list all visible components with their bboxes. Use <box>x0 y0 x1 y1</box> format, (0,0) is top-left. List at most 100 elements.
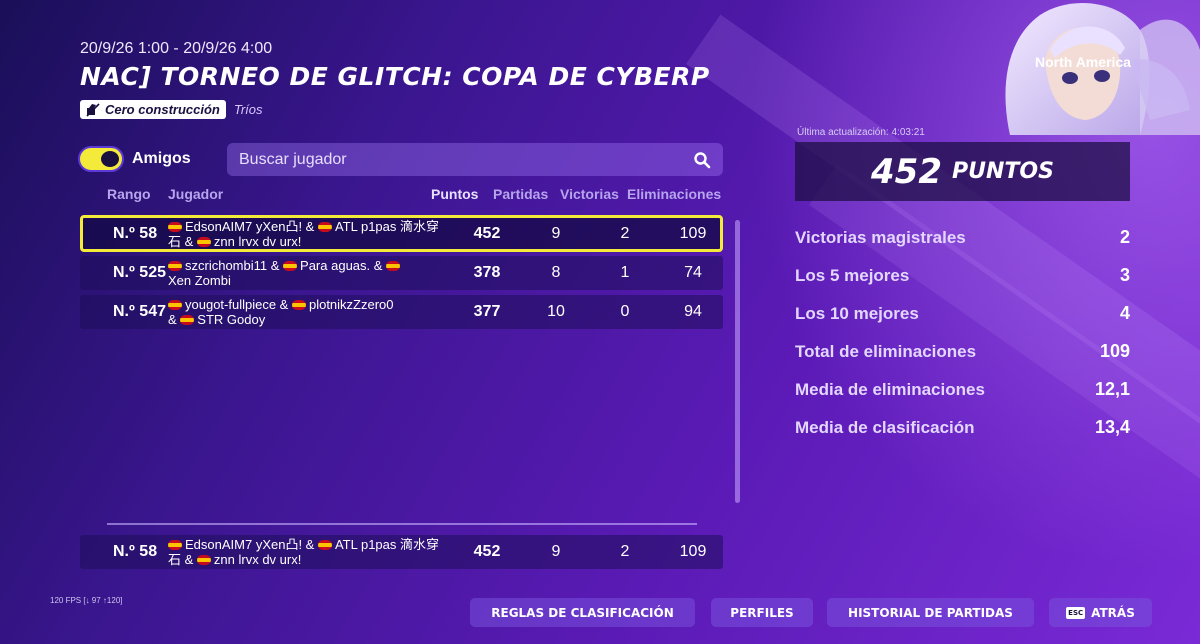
player-name: znn lrvx dv urx! <box>213 552 302 567</box>
mode-badge: Cero construcción <box>80 100 226 119</box>
player-name: plotnikzZzero0 <box>308 297 394 312</box>
row-rank: N.º 58 <box>113 224 158 242</box>
stat-label: Los 5 mejores <box>795 265 910 285</box>
profiles-button[interactable]: PERFILES <box>711 598 813 627</box>
event-title: NAC] TORNEO DE GLITCH: COPA DE CYBERP <box>80 62 710 91</box>
self-table-row[interactable]: N.º 58 EdsonAIM7 yXen凸! & ATL p1pas 滴水穿 … <box>80 535 723 569</box>
search-input[interactable] <box>239 150 693 169</box>
spain-flag-icon <box>386 261 401 271</box>
stat-row: Total de eliminaciones 109 <box>795 341 1130 362</box>
table-row[interactable]: N.º 547 yougot-fullpiece & plotnikzZzero… <box>80 295 723 329</box>
mode-subtitle: Tríos <box>233 102 263 117</box>
column-header-matches[interactable]: Partidas <box>493 186 548 202</box>
column-header-player[interactable]: Jugador <box>168 186 223 202</box>
rules-button-label: REGLAS DE CLASIFICACIÓN <box>491 605 674 620</box>
stat-row: Victorias magistrales 2 <box>795 227 1130 248</box>
column-header-wins[interactable]: Victorias <box>560 186 619 202</box>
row-players: EdsonAIM7 yXen凸! & ATL p1pas 滴水穿 石 & znn… <box>168 537 458 567</box>
row-rank: N.º 547 <box>113 303 166 320</box>
row-matches: 10 <box>547 303 565 320</box>
total-points-panel: 452 PUNTOS <box>795 142 1130 201</box>
spain-flag-icon <box>317 221 332 232</box>
stat-value: 109 <box>1099 341 1130 361</box>
row-eliminations: 74 <box>684 264 702 281</box>
stat-value: 13,4 <box>1094 417 1130 437</box>
row-eliminations: 109 <box>679 224 707 242</box>
spain-flag-icon <box>196 555 211 565</box>
stat-value: 12,1 <box>1094 379 1130 399</box>
mode-row: Cero construcción Tríos <box>80 100 263 119</box>
region-label: North America <box>1035 54 1131 70</box>
spain-flag-icon <box>168 540 182 550</box>
player-name: EdsonAIM7 yXen凸! & <box>185 218 315 234</box>
friends-toggle-group[interactable]: Amigos <box>78 146 191 172</box>
row-points: 378 <box>473 264 501 281</box>
player-name: 石 & <box>168 233 194 249</box>
player-name: ATL p1pas 滴水穿 <box>334 218 440 234</box>
match-history-button[interactable]: HISTORIAL DE PARTIDAS <box>827 598 1034 627</box>
row-players: yougot-fullpiece & plotnikzZzero0 & STR … <box>168 297 458 327</box>
rules-button[interactable]: REGLAS DE CLASIFICACIÓN <box>470 598 695 627</box>
player-name: & <box>168 312 177 327</box>
spain-flag-icon <box>168 221 182 232</box>
player-name: szcrichombi11 & <box>185 258 280 273</box>
stat-value: 2 <box>1119 227 1130 247</box>
table-scrollbar[interactable] <box>735 220 740 503</box>
table-row[interactable]: N.º 58 EdsonAIM7 yXen凸! & ATL p1pas 滴水穿 … <box>80 215 723 252</box>
row-wins: 2 <box>620 224 630 242</box>
mode-badge-label: Cero construcción <box>105 102 220 117</box>
table-divider <box>107 523 697 525</box>
spain-flag-icon <box>180 315 195 325</box>
player-name: Para aguas. & <box>300 258 383 273</box>
total-points-unit: PUNTOS <box>952 159 1054 184</box>
event-title-wrapper: NAC] TORNEO DE GLITCH: COPA DE CYBERP <box>80 62 795 91</box>
row-eliminations: 109 <box>679 543 707 560</box>
row-points: 377 <box>473 303 501 320</box>
player-name: ATL p1pas 滴水穿 <box>334 537 440 552</box>
last-update-label: Última actualización: 4:03:21 <box>797 127 925 138</box>
stat-label: Los 10 mejores <box>795 303 919 323</box>
esc-key-icon: ESC <box>1066 606 1086 619</box>
stat-label: Total de eliminaciones <box>795 341 977 361</box>
row-rank: N.º 58 <box>113 543 158 560</box>
stat-row: Los 10 mejores 4 <box>795 303 1130 324</box>
row-players: EdsonAIM7 yXen凸! & ATL p1pas 滴水穿 石 & znn… <box>168 219 458 249</box>
row-players: szcrichombi11 & Para aguas. & Xen Zombi <box>168 258 458 288</box>
spain-flag-icon <box>317 540 332 550</box>
search-bar[interactable] <box>227 143 723 176</box>
row-matches: 9 <box>551 543 561 560</box>
spain-flag-icon <box>168 300 182 310</box>
player-name: znn lrvx dv urx! <box>213 233 302 249</box>
event-date-range: 20/9/26 1:00 - 20/9/26 4:00 <box>80 40 273 57</box>
row-matches: 9 <box>551 224 561 242</box>
stat-row: Media de eliminaciones 12,1 <box>795 379 1130 400</box>
friends-toggle-label: Amigos <box>132 150 191 167</box>
stat-value: 4 <box>1119 303 1130 323</box>
stat-label: Media de clasificación <box>795 417 975 437</box>
row-rank: N.º 525 <box>113 264 166 281</box>
row-points: 452 <box>473 224 501 242</box>
player-name: 石 & <box>168 552 194 567</box>
column-header-rank[interactable]: Rango <box>107 186 151 202</box>
friends-toggle[interactable] <box>78 146 124 172</box>
spain-flag-icon <box>196 236 211 247</box>
stat-row: Los 5 mejores 3 <box>795 265 1130 286</box>
row-wins: 0 <box>620 303 630 320</box>
row-eliminations: 94 <box>684 303 702 320</box>
match-history-button-label: HISTORIAL DE PARTIDAS <box>848 605 1013 620</box>
table-row[interactable]: N.º 525 szcrichombi11 & Para aguas. & Xe… <box>80 256 723 290</box>
stat-value: 3 <box>1119 265 1130 285</box>
back-button[interactable]: ESC ATRÁS <box>1049 598 1152 627</box>
back-button-label: ATRÁS <box>1091 605 1135 620</box>
search-icon[interactable] <box>693 151 711 169</box>
row-wins: 2 <box>620 543 630 560</box>
stat-label: Victorias magistrales <box>795 227 966 247</box>
stat-label: Media de eliminaciones <box>795 379 985 399</box>
player-name: yougot-fullpiece & <box>185 297 289 312</box>
toggle-knob <box>101 151 119 167</box>
column-header-eliminations[interactable]: Eliminaciones <box>627 186 721 202</box>
no-build-icon <box>86 102 100 117</box>
row-matches: 8 <box>551 264 561 281</box>
total-points-value: 452 <box>871 151 942 192</box>
column-header-points[interactable]: Puntos <box>431 186 478 202</box>
